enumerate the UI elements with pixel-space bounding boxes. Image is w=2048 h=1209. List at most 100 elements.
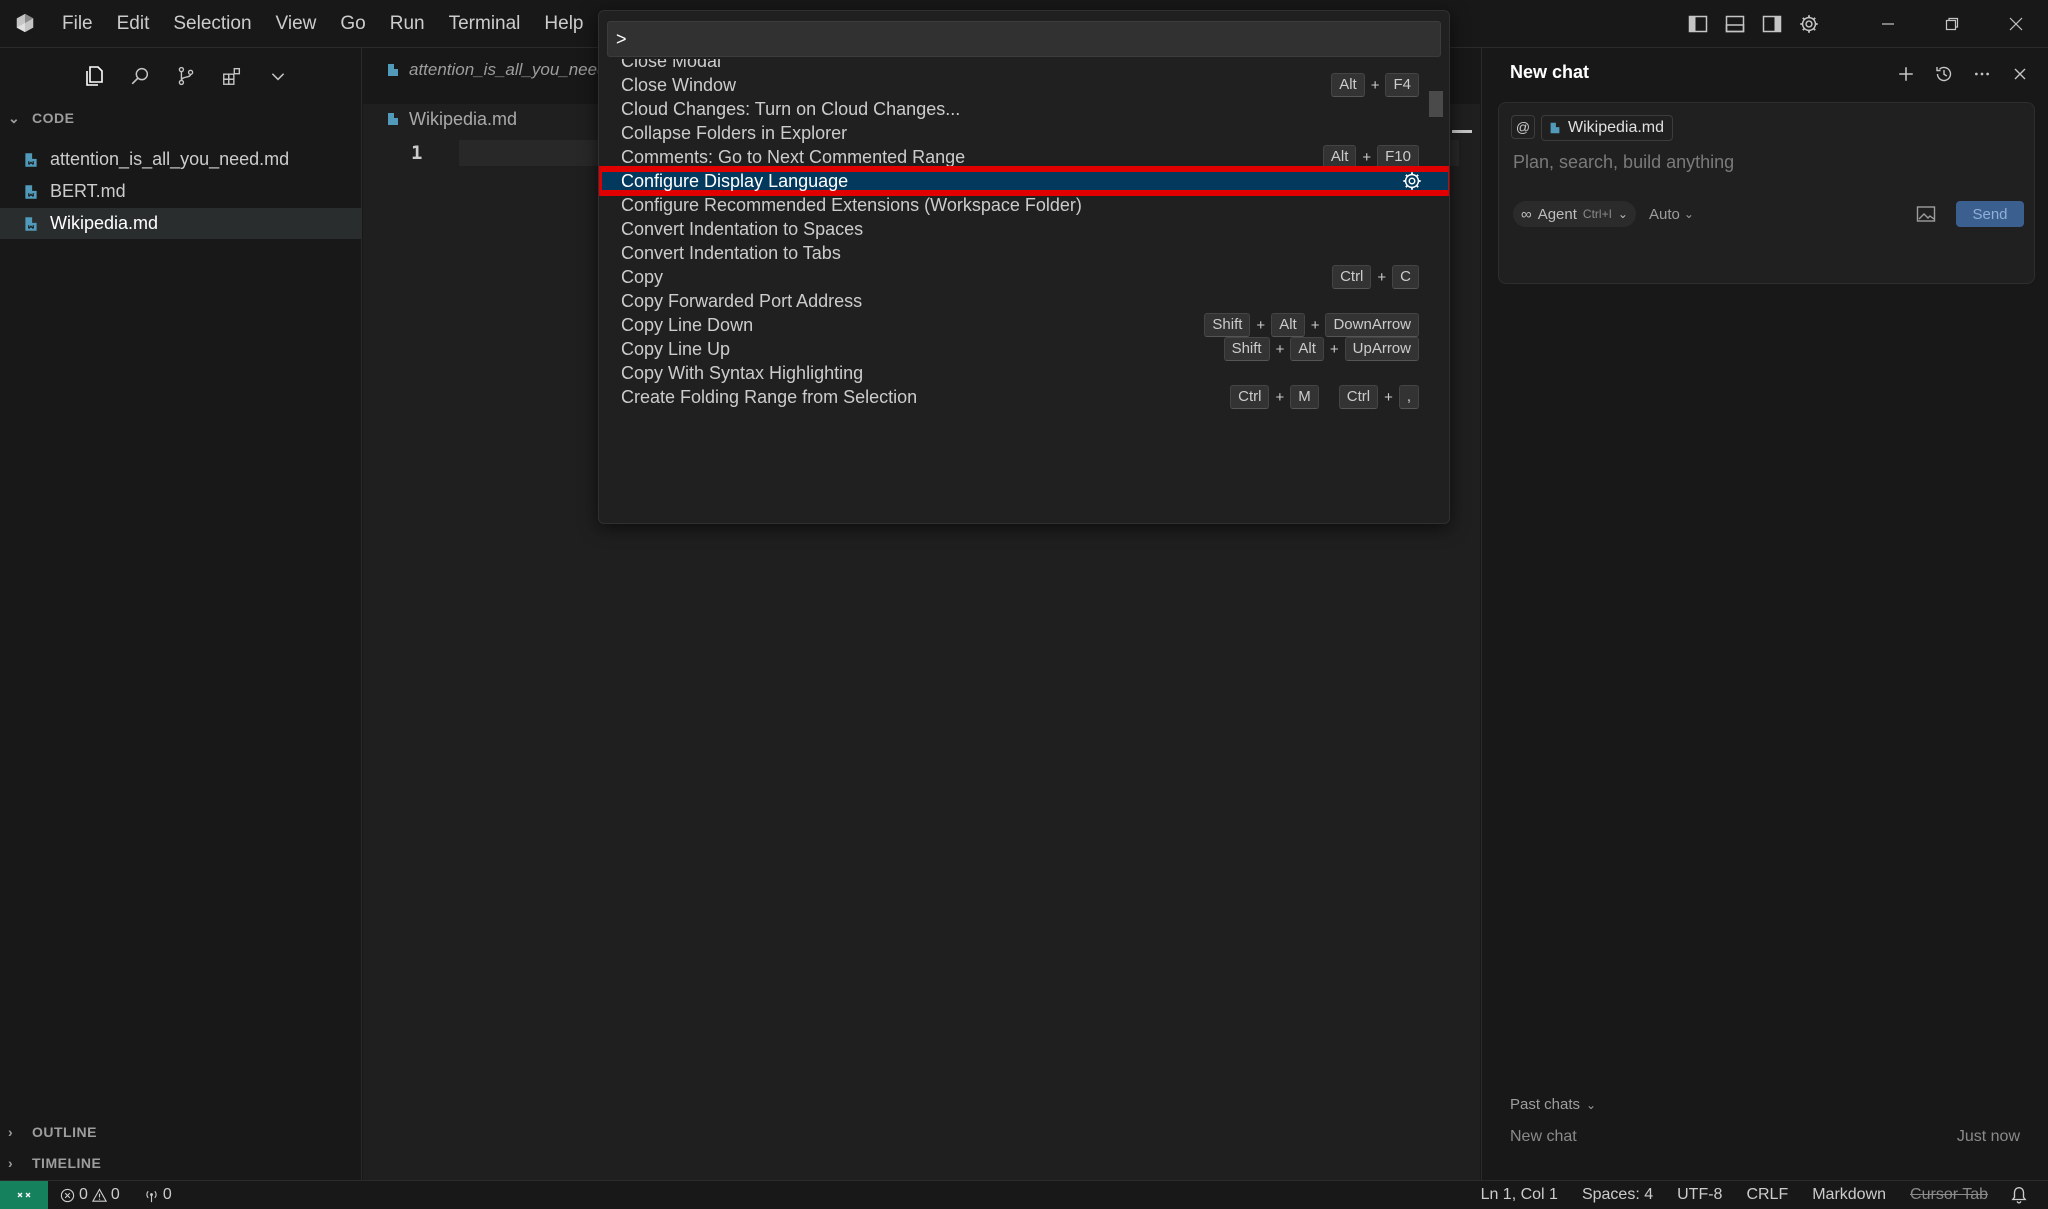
toggle-primary-sidebar-icon[interactable] [1680, 6, 1716, 42]
model-dropdown[interactable]: Auto ⌄ [1649, 201, 1694, 227]
send-button[interactable]: Send [1956, 201, 2024, 227]
command-item[interactable]: Comments: Go to Next Commented Range Alt +… [599, 145, 1449, 169]
key-cap: Ctrl [1332, 265, 1372, 289]
chevron-right-icon: › [8, 1155, 14, 1171]
end-of-line[interactable]: CRLF [1746, 1186, 1788, 1204]
new-chat-plus-icon[interactable] [1888, 58, 1924, 90]
title-bar-controls [1680, 0, 2048, 48]
key-cap: F4 [1385, 73, 1419, 97]
command-item[interactable]: Convert Indentation to Spaces [599, 217, 1449, 241]
minimap-slider[interactable] [1452, 130, 1472, 133]
close-chat-icon[interactable] [2002, 58, 2038, 90]
more-views-chevron-icon[interactable] [260, 58, 296, 94]
gear-icon[interactable] [1401, 170, 1423, 192]
explorer-section-code[interactable]: ⌄ CODE [0, 104, 362, 132]
problems-indicator[interactable]: 0 0 [60, 1186, 120, 1204]
past-chats-toggle[interactable]: Past chats ⌄ [1510, 1096, 1596, 1113]
chat-panel: New chat @ Wikipedia.md ∞ Agent Ctrl+I ⌄… [1481, 48, 2048, 1180]
chevron-down-icon: ⌄ [1683, 207, 1694, 221]
app-logo-icon [16, 13, 34, 33]
chevron-down-icon: ⌄ [1617, 207, 1628, 221]
command-item[interactable]: Configure Recommended Extensions (Worksp… [599, 193, 1449, 217]
close-window-button[interactable] [1984, 0, 2048, 48]
attach-image-icon[interactable] [1916, 205, 1936, 223]
file-item[interactable]: attention_is_all_you_need.md [0, 144, 362, 175]
context-file-chip[interactable]: Wikipedia.md [1541, 115, 1674, 141]
menu-run[interactable]: Run [378, 0, 437, 48]
key-cap: Alt [1331, 73, 1365, 97]
command-label: Copy [621, 266, 664, 287]
more-options-icon[interactable] [1964, 58, 2000, 90]
past-chat-item[interactable]: New chat Just now [1510, 1128, 2020, 1146]
notifications-bell-icon[interactable] [2010, 1186, 2028, 1204]
file-item-selected[interactable]: Wikipedia.md [0, 208, 362, 239]
toggle-secondary-sidebar-icon[interactable] [1754, 6, 1790, 42]
command-item[interactable]: Copy Forwarded Port Address [599, 289, 1449, 313]
explorer-files-icon[interactable] [76, 58, 112, 94]
status-bar: 0 0 0 Ln 1, Col 1 Spaces: 4 UTF-8 CRLF M… [0, 1180, 2048, 1209]
command-list-scrollbar[interactable] [1429, 91, 1443, 117]
key-cap: DownArrow [1325, 313, 1419, 337]
chat-input[interactable] [1511, 151, 2011, 174]
command-label: Close Window [621, 74, 737, 95]
key-separator: + [1275, 388, 1285, 406]
command-item[interactable]: Convert Indentation to Tabs [599, 241, 1449, 265]
command-label: Configure Display Language [621, 170, 849, 191]
context-file-name: Wikipedia.md [1568, 119, 1665, 136]
source-control-icon[interactable] [168, 58, 204, 94]
minimize-button[interactable] [1856, 0, 1920, 48]
breadcrumb-file: Wikipedia.md [409, 108, 518, 129]
encoding[interactable]: UTF-8 [1677, 1186, 1722, 1204]
agent-label: Agent [1537, 205, 1577, 223]
command-label: Collapse Folders in Explorer [621, 122, 848, 143]
menu-edit[interactable]: Edit [105, 0, 162, 48]
menu-view[interactable]: View [264, 0, 329, 48]
menu-help[interactable]: Help [532, 0, 595, 48]
command-item[interactable]: Copy With Syntax Highlighting [599, 361, 1449, 385]
command-item[interactable]: Close Modal [599, 59, 1449, 73]
agent-mode-dropdown[interactable]: ∞ Agent Ctrl+I ⌄ [1513, 201, 1636, 227]
cursor-position[interactable]: Ln 1, Col 1 [1481, 1186, 1558, 1204]
breadcrumb[interactable]: Wikipedia.md [385, 104, 517, 134]
search-icon[interactable] [122, 58, 158, 94]
timeline-section[interactable]: › TIMELINE [0, 1149, 362, 1177]
indentation[interactable]: Spaces: 4 [1582, 1186, 1653, 1204]
command-label: Comments: Go to Next Commented Range [621, 146, 966, 167]
chat-history-icon[interactable] [1926, 58, 1962, 90]
key-cap: UpArrow [1344, 337, 1419, 361]
command-item[interactable]: Create Folding Range from Selection Ctrl +… [599, 385, 1449, 409]
command-item[interactable]: Copy Line Up Shift + Alt + UpArrow [599, 337, 1449, 361]
key-separator: + [1370, 76, 1380, 94]
extensions-icon[interactable] [214, 58, 250, 94]
command-item[interactable]: Cloud Changes: Turn on Cloud Changes... [599, 97, 1449, 121]
keybinding: Alt + F10 [1322, 145, 1419, 169]
outline-section[interactable]: › OUTLINE [0, 1118, 362, 1146]
remote-indicator[interactable] [0, 1181, 48, 1209]
menu-selection[interactable]: Selection [161, 0, 263, 48]
add-context-button[interactable]: @ [1511, 115, 1535, 139]
cursor-tab-toggle[interactable]: Cursor Tab [1910, 1186, 1988, 1204]
menu-go[interactable]: Go [328, 0, 377, 48]
menu-terminal[interactable]: Terminal [437, 0, 533, 48]
ports-indicator[interactable]: 0 [144, 1186, 172, 1204]
warning-icon [91, 1187, 107, 1202]
command-item[interactable]: Close Window Alt + F4 [599, 73, 1449, 97]
language-mode[interactable]: Markdown [1812, 1186, 1886, 1204]
menu-file[interactable]: File [50, 0, 105, 48]
warning-count: 0 [110, 1186, 120, 1203]
file-item[interactable]: BERT.md [0, 176, 362, 207]
model-label: Auto [1649, 205, 1680, 223]
settings-gear-icon[interactable] [1791, 6, 1827, 42]
key-separator: + [1329, 340, 1339, 358]
markdown-file-icon [25, 216, 37, 231]
error-count: 0 [79, 1186, 88, 1203]
toggle-panel-icon[interactable] [1717, 6, 1753, 42]
command-item[interactable]: Copy Line Down Shift + Alt + DownArrow [599, 313, 1449, 337]
restore-button[interactable] [1920, 0, 1984, 48]
key-separator: + [1384, 388, 1393, 406]
command-item-selected[interactable]: Configure Display Language [599, 166, 1449, 196]
command-palette-input[interactable] [607, 21, 1441, 57]
command-item[interactable]: Copy Ctrl + C [599, 265, 1449, 289]
section-title: CODE [32, 110, 75, 126]
command-item[interactable]: Collapse Folders in Explorer [599, 121, 1449, 145]
